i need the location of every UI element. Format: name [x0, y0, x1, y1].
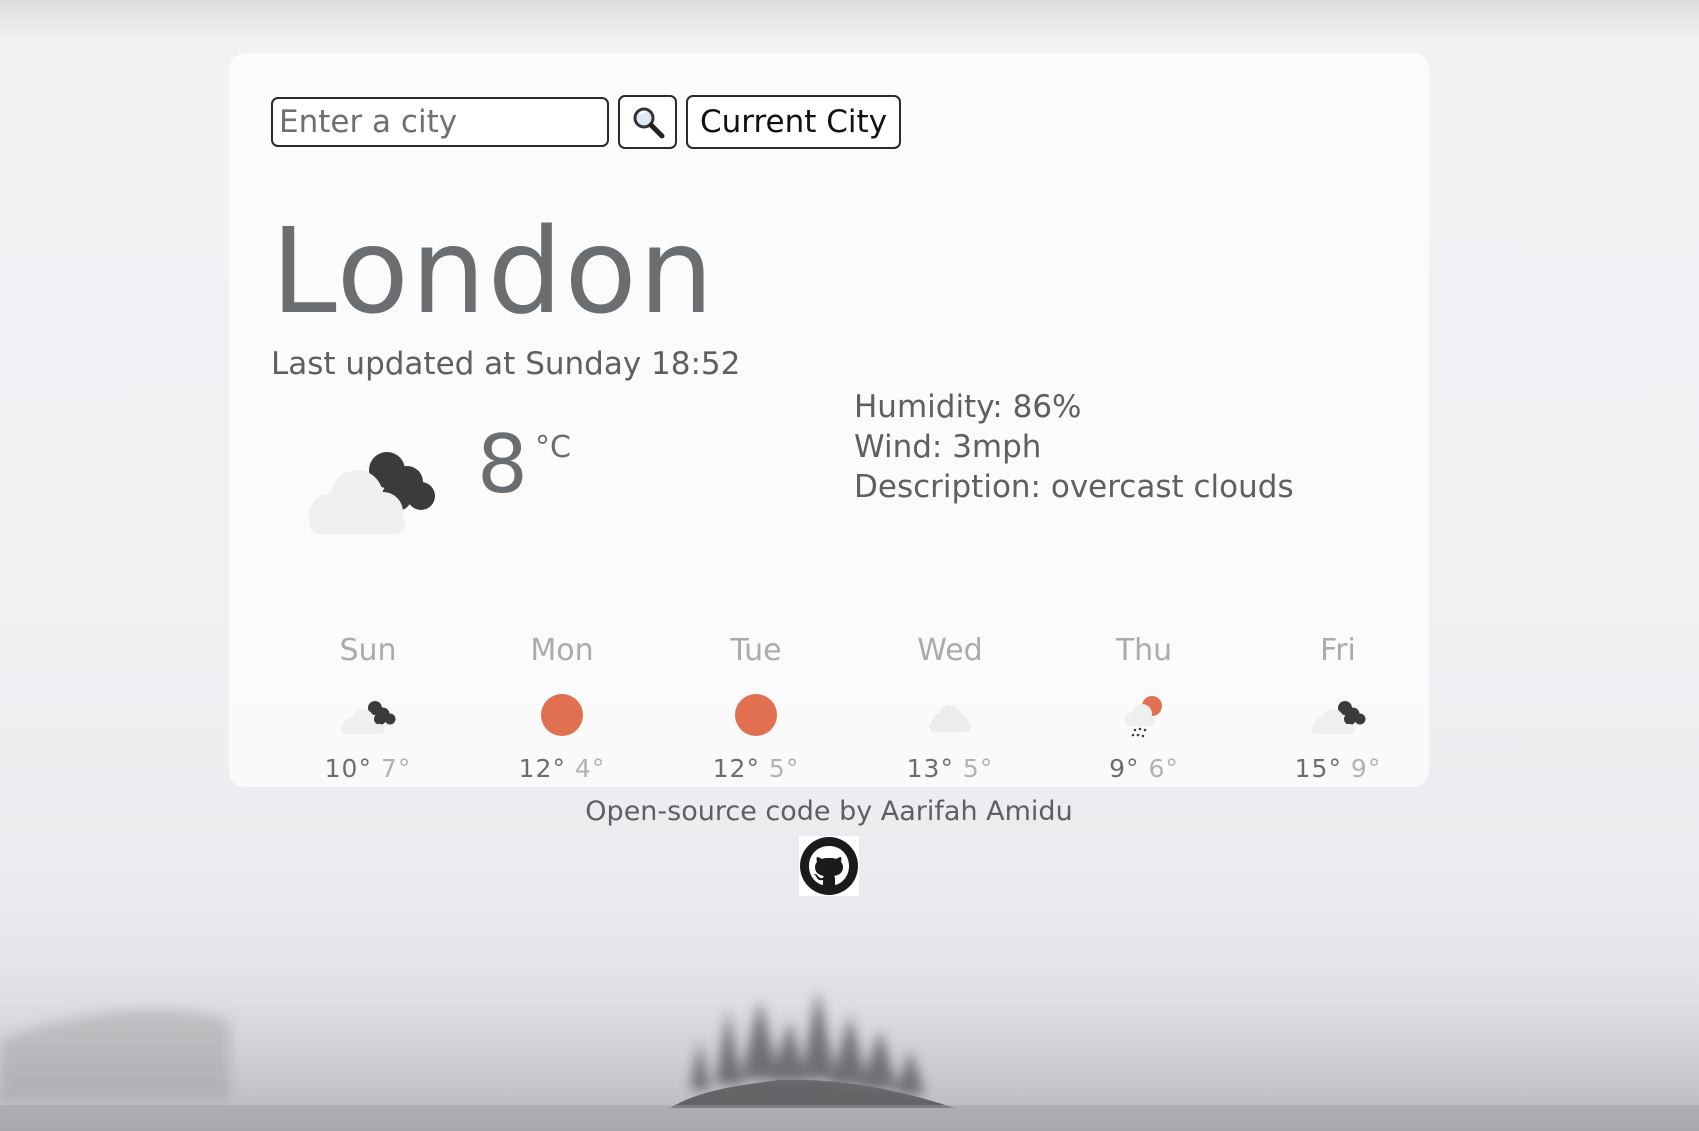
forecast-min: 5° [768, 754, 800, 783]
forecast-day: Tue 12° 5° [659, 628, 853, 783]
forecast-day-name: Mon [530, 633, 594, 668]
weather-details: Humidity: 86% Wind: 3mph Description: ov… [854, 387, 1294, 507]
forecast-min: 7° [380, 754, 412, 783]
forecast-day-name: Fri [1320, 633, 1356, 668]
sun-icon [735, 694, 777, 736]
light-cloud-icon [929, 705, 971, 732]
search-button[interactable] [618, 95, 677, 149]
sun-icon [541, 694, 583, 736]
forecast-day: Wed 13° 5° [853, 628, 1047, 783]
forecast: Sun 10° 7° Mon 12° 4° Tue 12° 5° Wed 13°… [271, 628, 1435, 783]
forecast-min: 9° [1350, 754, 1382, 783]
current-city-button[interactable]: Current City [686, 95, 902, 149]
forecast-min: 5° [962, 754, 994, 783]
city-name: London [271, 202, 716, 340]
forecast-day: Sun 10° 7° [271, 628, 465, 783]
forecast-max: 12° [518, 754, 566, 783]
cloud-icon [341, 701, 396, 734]
forecast-day: Fri 15° 9° [1241, 628, 1435, 783]
current-temperature: 8 [477, 418, 528, 511]
forecast-day-name: Tue [730, 633, 782, 668]
forecast-min: 4° [574, 754, 606, 783]
github-link[interactable] [799, 836, 859, 896]
humidity: Humidity: 86% [854, 389, 1082, 425]
github-icon [800, 837, 858, 895]
forecast-day: Thu 9° 6° [1047, 628, 1241, 783]
forecast-day: Mon 12° 4° [465, 628, 659, 783]
footer-credit[interactable]: Open-source code by Aarifah Amidu [0, 796, 1658, 827]
last-updated: Last updated at Sunday 18:52 [271, 346, 741, 382]
forecast-max: 13° [906, 754, 954, 783]
forecast-max: 9° [1109, 754, 1140, 783]
wind: Wind: 3mph [854, 429, 1042, 465]
forecast-min: 6° [1148, 754, 1179, 783]
weather-card: Current City London Last updated at Sund… [229, 53, 1429, 787]
forecast-max: 10° [324, 754, 372, 783]
magnifier-icon [633, 107, 664, 139]
temperature-unit[interactable]: °C [535, 430, 571, 465]
forecast-max: 15° [1294, 754, 1342, 783]
city-search-input[interactable] [271, 97, 609, 147]
forecast-day-name: Sun [339, 633, 397, 668]
description: Description: overcast clouds [854, 469, 1294, 505]
forecast-day-name: Wed [917, 633, 983, 668]
cloud-icon [309, 452, 435, 534]
rain-icon [1125, 696, 1162, 738]
cloud-icon [1311, 701, 1366, 734]
forecast-max: 12° [712, 754, 760, 783]
search-bar: Current City [271, 95, 902, 149]
forecast-day-name: Thu [1115, 633, 1173, 668]
